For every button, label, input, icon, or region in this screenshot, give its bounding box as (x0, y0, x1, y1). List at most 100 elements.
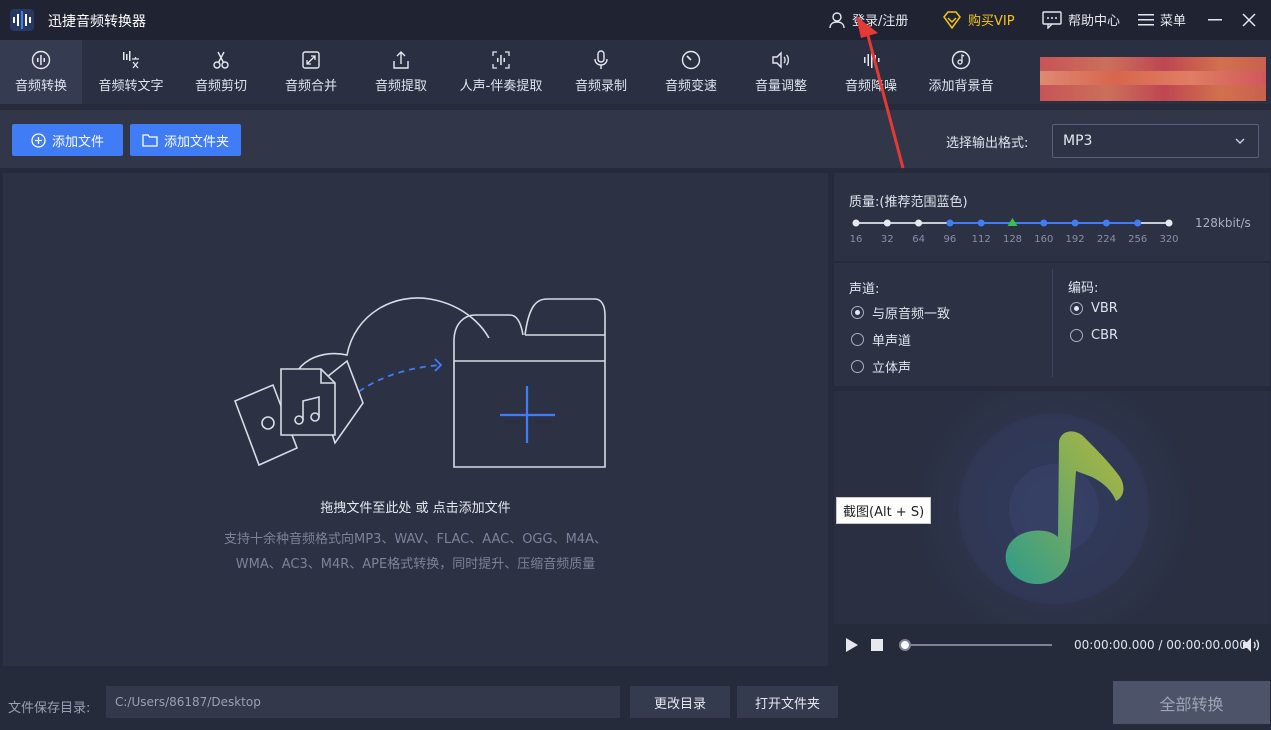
radio-button-icon (851, 333, 864, 346)
app-logo-icon (10, 9, 34, 31)
app-title: 迅捷音频转换器 (48, 14, 146, 30)
tab-label: 人声-伴奏提取 (459, 79, 543, 94)
background-music-icon (951, 50, 971, 70)
channel-option-label: 与原音频一致 (872, 307, 951, 322)
tab-label: 音频合并 (284, 79, 337, 94)
tab-vocal-separate[interactable]: 人声-伴奏提取 (448, 40, 554, 104)
quality-tick-label: 96 (943, 234, 957, 245)
encoding-option-vbr[interactable]: VBR (1070, 301, 1118, 316)
quality-point[interactable] (883, 219, 891, 227)
quality-point[interactable] (977, 219, 985, 227)
login-button[interactable]: 登录/注册 (828, 10, 908, 29)
channel-option-stereo[interactable]: 立体声 (851, 357, 911, 376)
channel-option-label: 单声道 (872, 334, 912, 349)
play-icon[interactable] (844, 637, 860, 653)
tab-audio-merge[interactable]: 音频合并 (268, 40, 354, 104)
change-dir-button[interactable]: 更改目录 (630, 686, 730, 718)
add-folder-button[interactable]: 添加文件夹 (130, 124, 241, 156)
drop-description: 支持十余种音频格式向MP3、WAV、FLAC、AAC、OGG、M4A、WMA、A… (224, 532, 607, 572)
quality-point[interactable] (1040, 219, 1048, 227)
channel-label: 声道: (849, 282, 880, 297)
channel-option-original[interactable]: 与原音频一致 (851, 303, 950, 322)
quality-label: 质量:(推荐范围蓝色) (849, 195, 968, 210)
tab-audio-to-text[interactable]: 音频转文字 (86, 40, 176, 104)
playback-progress-handle[interactable] (899, 639, 911, 651)
folder-icon (142, 134, 158, 147)
quality-tick-label: 112 (971, 234, 991, 245)
tab-label: 音频提取 (374, 79, 427, 94)
quality-point[interactable] (1165, 219, 1173, 227)
quality-point[interactable] (946, 219, 954, 227)
hamburger-menu-icon (1138, 13, 1154, 25)
chevron-down-icon (1235, 138, 1245, 144)
quality-point[interactable] (1071, 219, 1079, 227)
tab-audio-extract[interactable]: 音频提取 (358, 40, 444, 104)
tab-label: 音频剪切 (194, 79, 247, 94)
encoding-option-label: VBR (1091, 301, 1118, 316)
tab-audio-record[interactable]: 音频录制 (558, 40, 644, 104)
quality-tick-label: 320 (1159, 234, 1179, 245)
drop-illustration (233, 297, 606, 468)
tab-label: 音频录制 (574, 79, 627, 94)
extract-icon (393, 51, 409, 69)
add-folder-label: 添加文件夹 (163, 134, 229, 150)
quality-point[interactable] (1134, 219, 1142, 227)
tab-audio-denoise[interactable]: 音频降噪 (828, 40, 914, 104)
quality-tick-label: 256 (1128, 234, 1148, 245)
folder-add-illustration (453, 298, 606, 468)
title-bar: 迅捷音频转换器 登录/注册 购买VIP 帮助中心 菜单 (0, 0, 1271, 40)
tab-audio-speed[interactable]: 音频变速 (648, 40, 734, 104)
buy-vip-button[interactable]: 购买VIP (942, 10, 1015, 29)
audio-files-illustration (233, 359, 364, 467)
scissors-icon (213, 51, 229, 69)
volume-adjust-icon (772, 51, 790, 69)
quality-point[interactable] (1102, 219, 1110, 227)
tab-audio-convert[interactable]: 音频转换 (0, 40, 82, 104)
plus-circle-icon (31, 132, 46, 148)
convert-all-button[interactable]: 全部转换 (1113, 681, 1270, 724)
vocal-separate-icon (492, 51, 510, 69)
file-drop-area[interactable]: 拖拽文件至此处 或 点击添加文件 支持十余种音频格式向MP3、WAV、FLAC、… (3, 173, 828, 666)
quality-point[interactable] (852, 219, 860, 227)
add-file-label: 添加文件 (51, 134, 104, 150)
help-center-button[interactable]: 帮助中心 (1042, 10, 1120, 29)
minimize-icon[interactable] (1205, 10, 1225, 30)
channel-option-mono[interactable]: 单声道 (851, 330, 911, 349)
quality-tick-label: 192 (1065, 234, 1085, 245)
login-label: 登录/注册 (852, 14, 909, 29)
quality-point[interactable] (915, 219, 923, 227)
close-icon[interactable] (1239, 10, 1259, 30)
quality-tick-label: 32 (880, 234, 894, 245)
encoding-option-label: CBR (1091, 328, 1119, 343)
playback-time: 00:00:00.000 / 00:00:00.000 (1074, 638, 1247, 652)
tab-label: 音频转文字 (98, 79, 164, 94)
add-file-button[interactable]: 添加文件 (12, 124, 123, 156)
quality-tick-label: 224 (1096, 234, 1116, 245)
encoding-label: 编码: (1068, 281, 1099, 296)
menu-button[interactable]: 菜单 (1138, 10, 1186, 29)
tab-label: 音频降噪 (844, 79, 897, 94)
help-label: 帮助中心 (1068, 14, 1121, 29)
user-icon (829, 11, 845, 28)
output-format-select[interactable]: MP3 (1052, 124, 1259, 158)
output-format-label: 选择输出格式: (946, 136, 1029, 151)
radio-button-icon (851, 306, 864, 319)
output-format-value: MP3 (1063, 133, 1093, 149)
playback-progress-track[interactable] (904, 644, 1052, 646)
encoding-option-cbr[interactable]: CBR (1070, 328, 1118, 343)
stop-icon[interactable] (871, 639, 883, 651)
tab-label: 音量调整 (754, 79, 807, 94)
quality-tick-label: 128 (1002, 234, 1023, 245)
promo-banner-blurred[interactable] (1040, 57, 1266, 101)
chat-help-icon (1042, 10, 1062, 29)
channel-option-label: 立体声 (872, 361, 912, 376)
tab-audio-cut[interactable]: 音频剪切 (178, 40, 264, 104)
tab-volume-adjust[interactable]: 音量调整 (738, 40, 824, 104)
speed-icon (681, 50, 701, 70)
audio-convert-icon (31, 50, 51, 70)
tab-background-music[interactable]: 添加背景音 (918, 40, 1004, 104)
merge-icon (302, 51, 320, 69)
open-folder-button[interactable]: 打开文件夹 (737, 686, 838, 718)
tab-label: 添加背景音 (928, 79, 994, 94)
save-path-field[interactable]: C:/Users/86187/Desktop (106, 686, 620, 718)
